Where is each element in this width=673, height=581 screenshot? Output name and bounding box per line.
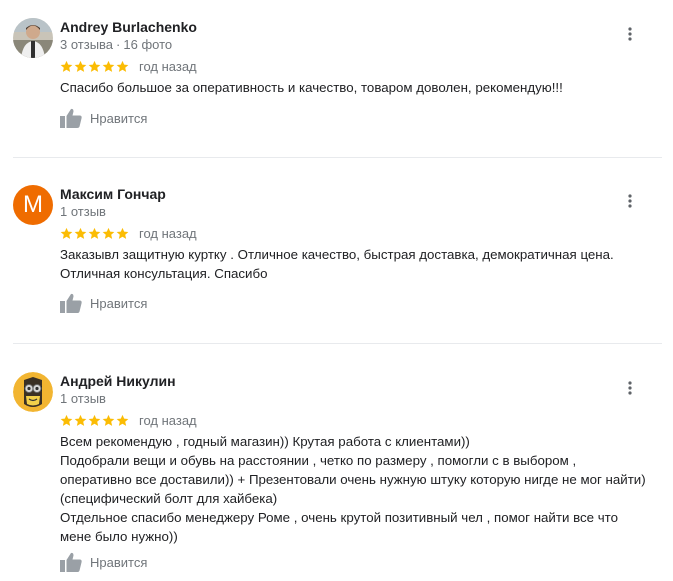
like-button[interactable]: Нравится: [60, 552, 147, 572]
review-paragraph: Заказывл защитную куртку . Отличное каче…: [60, 247, 614, 281]
star-icon: [74, 60, 87, 72]
star-icon: [60, 227, 73, 239]
review-paragraph: Отдельное спасибо менеджеру Роме , очень…: [60, 510, 618, 544]
like-label: Нравится: [90, 110, 148, 126]
review-text: Всем рекомендую , годный магазин)) Крута…: [60, 432, 650, 546]
like-label: Нравится: [90, 554, 148, 570]
star-icon: [116, 60, 129, 72]
review-date: год назад: [139, 58, 197, 74]
photos-count: 16 фото: [123, 37, 173, 52]
rating-stars: [60, 414, 130, 427]
star-icon: [88, 227, 101, 239]
review-date: год назад: [139, 225, 197, 241]
author-meta: 1 отзыв: [60, 391, 106, 406]
star-icon: [116, 227, 129, 239]
author-meta: 3 отзыва · 16 фото: [60, 37, 172, 52]
rating-row: год назад: [60, 58, 197, 74]
like-label: Нравится: [90, 295, 148, 311]
more-vert-icon: [628, 194, 632, 208]
star-icon: [88, 60, 101, 72]
like-button[interactable]: Нравится: [60, 108, 147, 128]
review-text: Спасибо большое за оперативность и качес…: [60, 78, 650, 97]
reviews-count: 1 отзыв: [60, 391, 106, 406]
avatar[interactable]: M: [13, 185, 53, 225]
rating-stars: [60, 60, 130, 73]
star-icon: [102, 60, 115, 72]
author-meta: 1 отзыв: [60, 204, 106, 219]
rating-stars: [60, 227, 130, 240]
review-paragraph: Всем рекомендую , годный магазин)) Крута…: [60, 434, 470, 449]
more-options-button[interactable]: [620, 191, 640, 211]
divider: [13, 343, 662, 344]
more-options-button[interactable]: [620, 378, 640, 398]
more-vert-icon: [628, 27, 632, 41]
star-icon: [102, 227, 115, 239]
avatar[interactable]: [13, 372, 53, 412]
more-options-button[interactable]: [620, 24, 640, 44]
thumb-up-icon: [60, 293, 82, 313]
divider: [13, 157, 662, 158]
reviews-count: 1 отзыв: [60, 204, 106, 219]
star-icon: [88, 414, 101, 426]
star-icon: [102, 414, 115, 426]
star-icon: [60, 414, 73, 426]
thumb-up-icon: [60, 108, 82, 128]
reviews-count: 3 отзыва: [60, 37, 114, 52]
review-text: Заказывл защитную куртку . Отличное каче…: [60, 245, 620, 283]
meta-separator: ·: [116, 37, 121, 52]
author-name[interactable]: Andrey Burlachenko: [60, 19, 197, 35]
star-icon: [116, 414, 129, 426]
thumb-up-icon: [60, 552, 82, 572]
rating-row: год назад: [60, 225, 197, 241]
like-button[interactable]: Нравится: [60, 293, 147, 313]
star-icon: [74, 414, 87, 426]
author-name[interactable]: Андрей Никулин: [60, 373, 176, 389]
star-icon: [74, 227, 87, 239]
review-paragraph: Спасибо большое за оперативность и качес…: [60, 80, 563, 95]
rating-row: год назад: [60, 412, 197, 428]
review-date: год назад: [139, 412, 197, 428]
user-photo: [13, 18, 53, 58]
review-paragraph: Подобрали вещи и обувь на расстоянии , ч…: [60, 453, 646, 506]
more-vert-icon: [628, 381, 632, 395]
author-name[interactable]: Максим Гончар: [60, 186, 166, 202]
avatar[interactable]: [13, 18, 53, 58]
star-icon: [60, 60, 73, 72]
minion-avatar-image: [13, 372, 53, 412]
avatar-letter: M: [23, 191, 43, 218]
